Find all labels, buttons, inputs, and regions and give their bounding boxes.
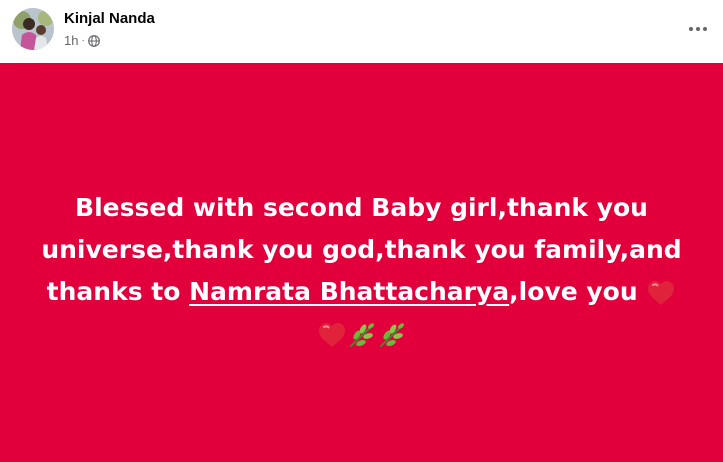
post-background: Blessed with second Baby girl,thank you … (0, 63, 723, 462)
avatar-photo (12, 8, 54, 50)
post-message: Blessed with second Baby girl,thank you … (20, 187, 703, 355)
message-text-end: ,love you (509, 277, 647, 306)
post-header: Kinjal Nanda 1h · (0, 0, 723, 63)
red-heart-icon (646, 279, 676, 307)
herb-icon (377, 321, 407, 349)
post-meta: 1h · (64, 33, 100, 48)
more-options-icon[interactable] (683, 14, 713, 44)
author-avatar[interactable] (12, 8, 54, 50)
red-heart-icon (317, 321, 347, 349)
meta-separator: · (81, 35, 85, 46)
herb-icon (347, 321, 377, 349)
globe-icon[interactable] (87, 34, 100, 47)
author-name[interactable]: Kinjal Nanda (64, 10, 155, 27)
mention-link[interactable]: Namrata Bhattacharya (189, 277, 509, 306)
post-timestamp[interactable]: 1h (64, 33, 78, 48)
